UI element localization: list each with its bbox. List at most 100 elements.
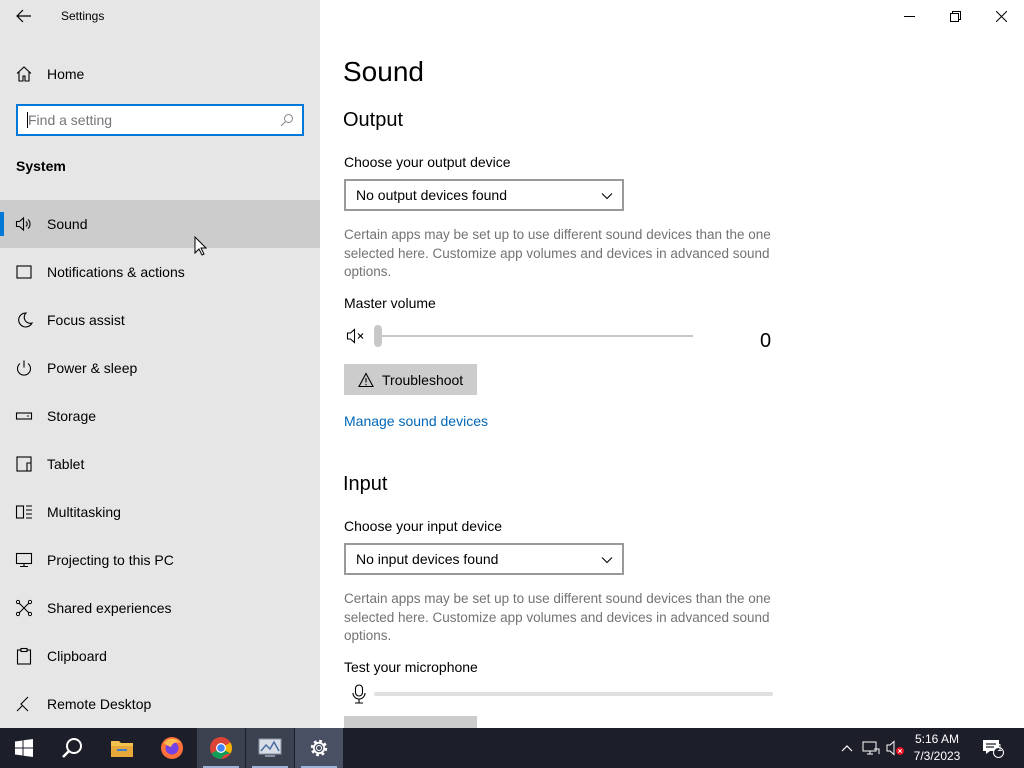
power-icon (16, 360, 32, 376)
sidebar-item-shared-experiences[interactable]: Shared experiences (0, 584, 320, 632)
sidebar-item-multitasking[interactable]: Multitasking (0, 488, 320, 536)
volume-value: 0 (760, 330, 772, 352)
chrome-icon (210, 737, 232, 759)
restore-icon (949, 10, 961, 22)
section-heading: System (16, 158, 66, 174)
partially-visible-button[interactable] (344, 716, 477, 728)
file-explorer-icon (111, 741, 133, 757)
sidebar-item-label: Remote Desktop (47, 696, 152, 712)
taskbar-file-explorer[interactable] (98, 728, 146, 768)
title-bar: Settings (0, 0, 320, 32)
minimize-button[interactable] (886, 0, 932, 32)
sidebar-item-tablet[interactable]: Tablet (0, 440, 320, 488)
search-input[interactable] (28, 111, 268, 129)
back-button[interactable] (12, 6, 36, 26)
app-title: Settings (61, 9, 105, 23)
search-icon[interactable] (280, 113, 294, 127)
chevron-down-icon (601, 557, 613, 564)
taskbar-firefox[interactable] (148, 728, 196, 768)
input-device-label: Choose your input device (344, 518, 502, 534)
sidebar-item-sound[interactable]: Sound (0, 200, 320, 248)
search-box[interactable] (16, 104, 304, 136)
taskbar-settings[interactable] (295, 728, 343, 768)
home-link[interactable]: Home (0, 54, 320, 92)
input-description: Certain apps may be set up to use differ… (344, 591, 771, 643)
master-volume-label: Master volume (344, 295, 436, 311)
sidebar-item-clipboard[interactable]: Clipboard (0, 632, 320, 680)
main-content: Sound Output Choose your output device N… (320, 0, 1024, 728)
mouse-cursor (194, 236, 207, 256)
restore-button[interactable] (932, 0, 978, 32)
firefox-icon (161, 737, 183, 759)
volume-slider-thumb[interactable] (374, 325, 382, 347)
storage-icon (15, 412, 33, 420)
sidebar-item-notifications[interactable]: Notifications & actions (0, 248, 320, 296)
clock-time: 5:16 AM (914, 732, 960, 746)
sidebar-item-remote-desktop[interactable]: Remote Desktop (0, 680, 320, 728)
input-device-dropdown[interactable]: No input devices found (344, 543, 624, 575)
notification-icon (16, 265, 32, 279)
sidebar-item-label: Clipboard (47, 648, 107, 664)
warning-icon (358, 371, 374, 387)
taskbar-clock[interactable]: 5:16 AM 7/3/2023 (912, 731, 962, 765)
output-device-value: No output devices found (356, 187, 507, 203)
taskbar-network-app[interactable] (246, 728, 294, 768)
projecting-icon (15, 552, 33, 568)
chevron-down-icon (601, 193, 613, 200)
action-center-button[interactable]: 1 (978, 728, 1008, 768)
sidebar-item-focus-assist[interactable]: Focus assist (0, 296, 320, 344)
sidebar-item-projecting[interactable]: Projecting to this PC (0, 536, 320, 584)
volume-tray-button[interactable] (884, 728, 908, 768)
sidebar-item-label: Sound (47, 216, 88, 232)
taskbar-search-button[interactable] (48, 728, 96, 768)
multitasking-icon (15, 505, 32, 519)
minimize-icon (903, 15, 915, 17)
network-tray-button[interactable] (860, 728, 882, 768)
network-app-icon (258, 738, 282, 757)
taskbar-chrome[interactable] (197, 728, 245, 768)
close-icon (995, 10, 1007, 22)
remote-desktop-icon (16, 696, 29, 712)
tablet-icon (16, 456, 32, 472)
chevron-up-icon (841, 745, 853, 752)
sidebar-item-label: Shared experiences (47, 600, 172, 616)
show-hidden-icons-button[interactable] (836, 728, 858, 768)
page-title: Sound (343, 56, 424, 87)
manage-sound-devices-link[interactable]: Manage sound devices (344, 413, 488, 429)
selection-indicator (0, 212, 4, 236)
start-button[interactable] (0, 728, 48, 768)
sidebar-item-label: Storage (47, 408, 97, 424)
window-controls (886, 0, 1024, 32)
start-icon (15, 739, 33, 757)
sidebar-item-storage[interactable]: Storage (0, 392, 320, 440)
clipboard-icon (16, 647, 32, 665)
speaker-muted-icon[interactable] (346, 326, 366, 346)
close-button[interactable] (978, 0, 1024, 32)
home-label: Home (47, 66, 85, 82)
output-device-label: Choose your output device (344, 154, 511, 170)
speaker-icon (15, 216, 31, 232)
microphone-icon (352, 684, 366, 704)
volume-slider-track[interactable] (376, 335, 693, 337)
shared-experiences-icon (15, 599, 33, 617)
sidebar-item-label: Power & sleep (47, 360, 138, 376)
sidebar-item-label: Projecting to this PC (47, 552, 174, 568)
output-description: Certain apps may be set up to use differ… (344, 227, 771, 279)
notification-count-badge: 1 (997, 743, 1003, 754)
sidebar-item-label: Tablet (47, 456, 85, 472)
back-arrow-icon (16, 9, 31, 23)
input-device-value: No input devices found (356, 551, 499, 567)
sidebar-item-power-sleep[interactable]: Power & sleep (0, 344, 320, 392)
search-icon (62, 738, 82, 758)
microphone-level-meter (374, 692, 773, 696)
sidebar-item-label: Focus assist (47, 312, 125, 328)
settings-nav: Sound Notifications & actions Focus assi… (0, 200, 320, 728)
input-heading: Input (343, 473, 388, 495)
taskbar: 5:16 AM 7/3/2023 1 (0, 728, 1024, 768)
troubleshoot-button[interactable]: Troubleshoot (344, 364, 478, 395)
test-microphone-label: Test your microphone (344, 659, 478, 675)
output-heading: Output (343, 109, 404, 131)
troubleshoot-label: Troubleshoot (382, 371, 464, 388)
sidebar-item-label: Notifications & actions (47, 264, 185, 280)
output-device-dropdown[interactable]: No output devices found (344, 179, 624, 211)
